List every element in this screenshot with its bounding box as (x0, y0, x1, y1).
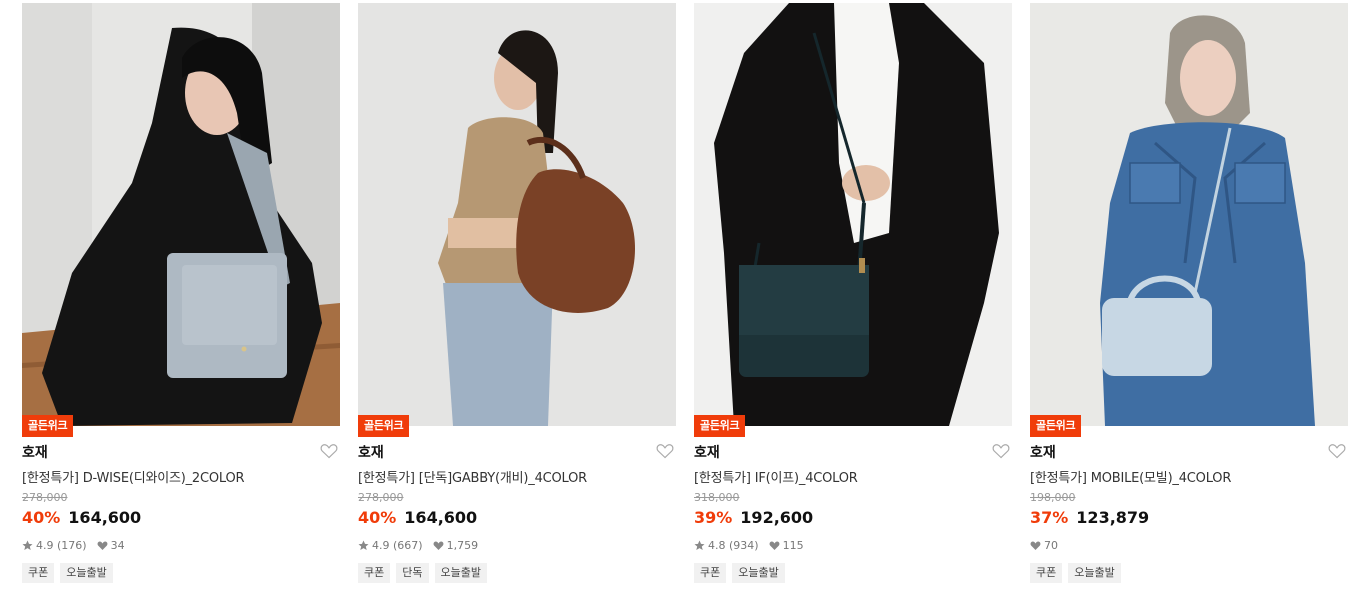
tag-list: 쿠폰 오늘출발 (694, 563, 785, 583)
event-badge: 골든위크 (358, 415, 410, 437)
product-name[interactable]: [한정특가] IF(이프)_4COLOR (694, 467, 858, 486)
tag-list: 쿠폰 오늘출발 (1030, 563, 1121, 583)
tag-exclusive: 단독 (396, 563, 429, 583)
like-count: 115 (769, 539, 804, 552)
like-count-value: 1,759 (446, 539, 479, 552)
tag-list: 쿠폰 오늘출발 (22, 563, 113, 583)
like-count-value: 34 (110, 539, 125, 552)
product-name[interactable]: [한정특가] D-WISE(디와이즈)_2COLOR (22, 467, 245, 486)
review-count: (176) (57, 539, 87, 552)
wishlist-heart-icon[interactable] (992, 443, 1010, 459)
heart-icon (769, 540, 780, 551)
original-price: 198,000 (1030, 491, 1076, 504)
product-card[interactable]: 골든위크 호재 [한정특가] IF(이프)_4COLOR 318,000 39%… (694, 3, 1012, 593)
like-count-value: 115 (782, 539, 804, 552)
price-line: 37% 123,879 (1030, 508, 1149, 527)
tag-ship-today: 오늘출발 (732, 563, 785, 583)
product-name[interactable]: [한정특가] [단독]GABBY(개비)_4COLOR (358, 467, 587, 486)
sale-price: 164,600 (68, 508, 142, 527)
sale-price: 192,600 (740, 508, 814, 527)
product-card[interactable]: 골든위크 호재 [한정특가] [단독]GABBY(개비)_4COLOR 278,… (358, 3, 676, 593)
product-image[interactable] (358, 3, 676, 426)
discount-rate: 40% (358, 508, 397, 527)
event-badge: 골든위크 (1030, 415, 1082, 437)
rating: 4.9 (667) (358, 539, 423, 552)
tag-ship-today: 오늘출발 (60, 563, 113, 583)
wishlist-heart-icon[interactable] (656, 443, 674, 459)
price-line: 40% 164,600 (358, 508, 477, 527)
wishlist-heart-icon[interactable] (1328, 443, 1346, 459)
discount-rate: 37% (1030, 508, 1069, 527)
original-price: 278,000 (22, 491, 68, 504)
brand-name[interactable]: 호재 (358, 442, 384, 462)
tag-coupon: 쿠폰 (22, 563, 55, 583)
wishlist-heart-icon[interactable] (320, 443, 338, 459)
review-count: (667) (393, 539, 423, 552)
tag-coupon: 쿠폰 (358, 563, 391, 583)
heart-icon (1030, 540, 1041, 551)
discount-rate: 40% (22, 508, 61, 527)
rating: 4.8 (934) (694, 539, 759, 552)
sale-price: 164,600 (404, 508, 478, 527)
brand-name[interactable]: 호재 (1030, 442, 1056, 462)
discount-rate: 39% (694, 508, 733, 527)
like-count-value: 70 (1044, 539, 1058, 552)
heart-icon (433, 540, 444, 551)
event-badge: 골든위크 (694, 415, 746, 437)
tag-ship-today: 오늘출발 (1068, 563, 1121, 583)
product-meta: 4.9 (176) 34 (22, 539, 125, 552)
tag-coupon: 쿠폰 (694, 563, 727, 583)
rating: 4.9 (176) (22, 539, 87, 552)
star-icon (22, 540, 33, 551)
heart-icon (97, 540, 108, 551)
product-meta: 70 (1030, 539, 1058, 552)
price-line: 39% 192,600 (694, 508, 813, 527)
product-image[interactable] (22, 3, 340, 426)
product-meta: 4.9 (667) 1,759 (358, 539, 478, 552)
product-card[interactable]: 골든위크 호재 [한정특가] D-WISE(디와이즈)_2COLOR 278,0… (22, 3, 340, 593)
star-icon (358, 540, 369, 551)
like-count: 34 (97, 539, 125, 552)
product-card[interactable]: 골든위크 호재 [한정특가] MOBILE(모빌)_4COLOR 198,000… (1030, 3, 1348, 593)
star-icon (694, 540, 705, 551)
original-price: 318,000 (694, 491, 740, 504)
rating-score: 4.9 (372, 539, 390, 552)
brand-name[interactable]: 호재 (22, 442, 48, 462)
like-count: 1,759 (433, 539, 479, 552)
review-count: (934) (729, 539, 759, 552)
original-price: 278,000 (358, 491, 404, 504)
brand-name[interactable]: 호재 (694, 442, 720, 462)
product-image[interactable] (1030, 3, 1348, 426)
product-image[interactable] (694, 3, 1012, 426)
like-count: 70 (1030, 539, 1058, 552)
tag-list: 쿠폰 단독 오늘출발 (358, 563, 487, 583)
sale-price: 123,879 (1076, 508, 1150, 527)
rating-score: 4.8 (708, 539, 726, 552)
product-meta: 4.8 (934) 115 (694, 539, 804, 552)
event-badge: 골든위크 (22, 415, 74, 437)
tag-coupon: 쿠폰 (1030, 563, 1063, 583)
product-grid: 골든위크 호재 [한정특가] D-WISE(디와이즈)_2COLOR 278,0… (22, 3, 1348, 593)
rating-score: 4.9 (36, 539, 54, 552)
product-name[interactable]: [한정특가] MOBILE(모빌)_4COLOR (1030, 467, 1231, 486)
tag-ship-today: 오늘출발 (434, 563, 487, 583)
price-line: 40% 164,600 (22, 508, 141, 527)
